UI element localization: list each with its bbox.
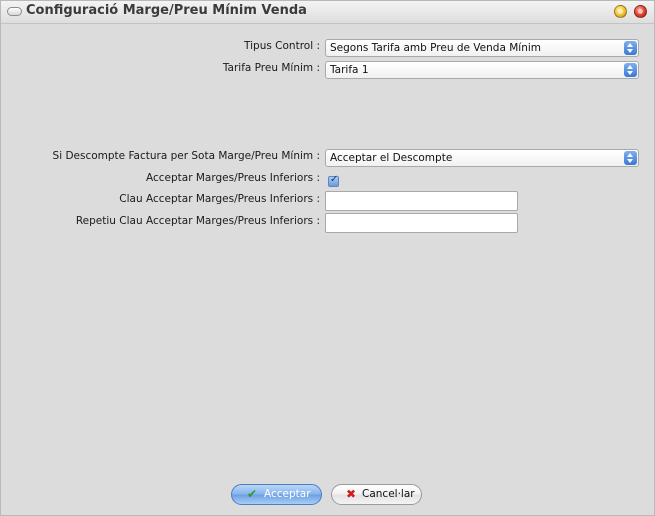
clau-input[interactable] [325,191,518,211]
select-arrows-icon[interactable] [624,63,637,77]
select-arrows-icon[interactable] [624,41,637,55]
tipus-control-label: Tipus Control : [244,40,320,52]
cancel-button[interactable]: ✖ Cancel·lar [331,484,422,505]
accept-button[interactable]: ✔ Acceptar [231,484,322,505]
repetiu-clau-label: Repetiu Clau Acceptar Marges/Preus Infer… [75,215,320,227]
descompte-factura-value: Acceptar el Descompte [330,152,453,164]
select-arrows-icon[interactable] [624,151,637,165]
x-icon: ✖ [346,487,357,501]
cancel-button-label: Cancel·lar [362,488,415,500]
tarifa-preu-minim-label: Tarifa Preu Mínim : [222,62,320,74]
window-menu-pill-icon[interactable] [7,7,22,16]
minimize-icon[interactable] [614,5,627,18]
tarifa-preu-minim-select[interactable]: Tarifa 1 [325,61,639,79]
checkmark-icon: ✓ [330,174,339,185]
acceptar-inferiors-checkbox[interactable]: ✓ [328,174,339,187]
acceptar-inferiors-label: Acceptar Marges/Preus Inferiors : [145,172,320,184]
close-icon[interactable] [634,5,647,18]
window-title: Configuració Marge/Preu Mínim Venda [26,3,307,18]
tarifa-preu-minim-value: Tarifa 1 [330,64,369,76]
repetiu-clau-input[interactable] [325,213,518,233]
config-window: Configuració Marge/Preu Mínim Venda Tipu… [0,0,655,516]
accept-button-label: Acceptar [264,488,311,500]
title-bar[interactable]: Configuració Marge/Preu Mínim Venda [1,1,654,24]
tipus-control-value: Segons Tarifa amb Preu de Venda Mínim [330,42,541,54]
tipus-control-select[interactable]: Segons Tarifa amb Preu de Venda Mínim [325,39,639,57]
descompte-factura-label: Si Descompte Factura per Sota Marge/Preu… [52,150,320,162]
clau-label: Clau Acceptar Marges/Preus Inferiors : [119,193,320,205]
descompte-factura-select[interactable]: Acceptar el Descompte [325,149,639,167]
checkmark-icon: ✔ [247,487,258,501]
